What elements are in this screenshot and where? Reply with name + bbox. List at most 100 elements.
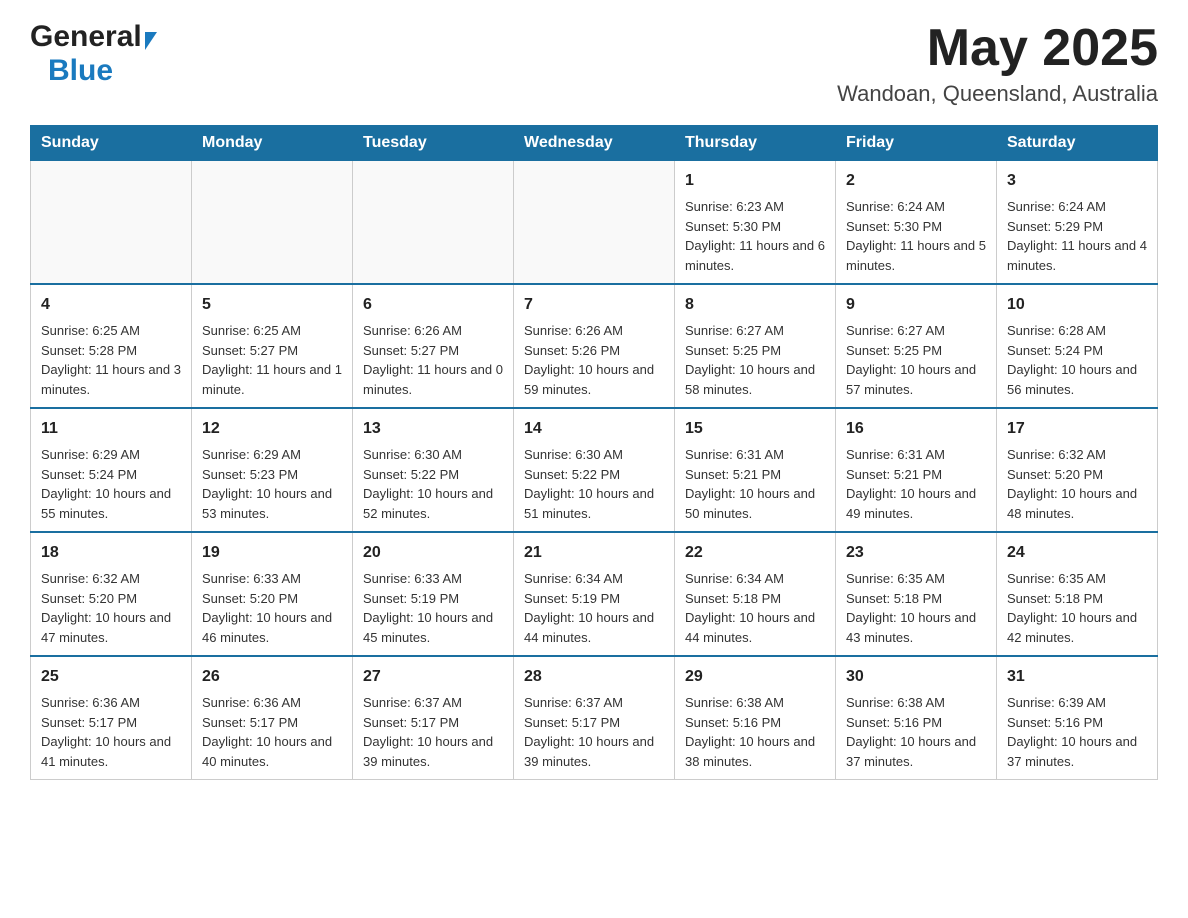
day-info: Sunset: 5:16 PM — [685, 713, 825, 733]
calendar-cell — [514, 161, 675, 285]
calendar-cell: 21Sunrise: 6:34 AMSunset: 5:19 PMDayligh… — [514, 532, 675, 656]
day-number: 7 — [524, 293, 664, 317]
calendar-cell: 8Sunrise: 6:27 AMSunset: 5:25 PMDaylight… — [675, 284, 836, 408]
day-info: Sunset: 5:25 PM — [685, 341, 825, 361]
day-info: Sunrise: 6:36 AM — [202, 693, 342, 713]
day-info: Sunset: 5:17 PM — [524, 713, 664, 733]
calendar-cell: 24Sunrise: 6:35 AMSunset: 5:18 PMDayligh… — [997, 532, 1158, 656]
day-info: Sunset: 5:20 PM — [202, 589, 342, 609]
day-info: Sunset: 5:18 PM — [846, 589, 986, 609]
day-info: Daylight: 10 hours and 55 minutes. — [41, 484, 181, 523]
day-info: Sunset: 5:29 PM — [1007, 217, 1147, 237]
location-subtitle: Wandoan, Queensland, Australia — [837, 81, 1158, 107]
calendar-header-saturday: Saturday — [997, 126, 1158, 161]
logo-blue: Blue — [48, 54, 113, 87]
calendar-cell: 25Sunrise: 6:36 AMSunset: 5:17 PMDayligh… — [31, 656, 192, 780]
day-number: 15 — [685, 417, 825, 441]
day-info: Sunrise: 6:38 AM — [846, 693, 986, 713]
day-info: Sunrise: 6:24 AM — [846, 197, 986, 217]
day-info: Sunrise: 6:37 AM — [363, 693, 503, 713]
calendar-cell — [353, 161, 514, 285]
day-number: 2 — [846, 169, 986, 193]
day-info: Sunrise: 6:30 AM — [363, 445, 503, 465]
day-number: 10 — [1007, 293, 1147, 317]
day-info: Daylight: 11 hours and 0 minutes. — [363, 360, 503, 399]
day-info: Sunset: 5:16 PM — [1007, 713, 1147, 733]
day-number: 4 — [41, 293, 181, 317]
calendar-header-tuesday: Tuesday — [353, 126, 514, 161]
calendar-week-row: 25 Sunrise: 6:36 AM Sunset: 5:17 PM Dayligh… — [31, 656, 1158, 780]
calendar-cell: 22Sunrise: 6:34 AMSunset: 5:18 PMDayligh… — [675, 532, 836, 656]
day-number: 26 — [202, 665, 342, 689]
day-number: 12 — [202, 417, 342, 441]
day-number: 24 — [1007, 541, 1147, 565]
calendar-cell: 1Sunrise: 6:23 AMSunset: 5:30 PMDaylight… — [675, 161, 836, 285]
day-info: Sunrise: 6:36 AM — [41, 693, 181, 713]
calendar-cell: 20Sunrise: 6:33 AMSunset: 5:19 PMDayligh… — [353, 532, 514, 656]
calendar-header-monday: Monday — [192, 126, 353, 161]
day-info: Sunrise: 6:37 AM — [524, 693, 664, 713]
day-info: Daylight: 10 hours and 51 minutes. — [524, 484, 664, 523]
calendar-cell: 16Sunrise: 6:31 AMSunset: 5:21 PMDayligh… — [836, 408, 997, 532]
day-number: 1 — [685, 169, 825, 193]
day-info: Sunrise: 6:34 AM — [524, 569, 664, 589]
day-info: Daylight: 11 hours and 6 minutes. — [685, 236, 825, 275]
calendar-cell: 29Sunrise: 6:38 AMSunset: 5:16 PMDayligh… — [675, 656, 836, 780]
calendar-cell: 17Sunrise: 6:32 AMSunset: 5:20 PMDayligh… — [997, 408, 1158, 532]
day-number: 30 — [846, 665, 986, 689]
day-info: Daylight: 10 hours and 43 minutes. — [846, 608, 986, 647]
day-info: Sunset: 5:24 PM — [1007, 341, 1147, 361]
day-number: 21 — [524, 541, 664, 565]
day-info: Sunset: 5:20 PM — [1007, 465, 1147, 485]
calendar-cell: 28Sunrise: 6:37 AMSunset: 5:17 PMDayligh… — [514, 656, 675, 780]
day-info: Sunset: 5:22 PM — [524, 465, 664, 485]
day-info: Sunrise: 6:29 AM — [41, 445, 181, 465]
day-info: Sunset: 5:28 PM — [41, 341, 181, 361]
day-number: 25 — [41, 665, 181, 689]
calendar-cell: 12Sunrise: 6:29 AMSunset: 5:23 PMDayligh… — [192, 408, 353, 532]
day-info: Sunrise: 6:35 AM — [846, 569, 986, 589]
calendar-header-wednesday: Wednesday — [514, 126, 675, 161]
calendar-cell: 15Sunrise: 6:31 AMSunset: 5:21 PMDayligh… — [675, 408, 836, 532]
day-info: Sunset: 5:27 PM — [363, 341, 503, 361]
calendar-week-row: 11Sunrise: 6:29 AMSunset: 5:24 PMDayligh… — [31, 408, 1158, 532]
day-info: Sunset: 5:22 PM — [363, 465, 503, 485]
day-info: Daylight: 10 hours and 37 minutes. — [1007, 732, 1147, 771]
day-info: Sunrise: 6:26 AM — [524, 321, 664, 341]
day-number: 22 — [685, 541, 825, 565]
day-info: Daylight: 10 hours and 58 minutes. — [685, 360, 825, 399]
calendar-cell: 7Sunrise: 6:26 AMSunset: 5:26 PMDaylight… — [514, 284, 675, 408]
day-number: 5 — [202, 293, 342, 317]
day-info: Sunset: 5:30 PM — [685, 217, 825, 237]
day-info: Sunset: 5:19 PM — [524, 589, 664, 609]
day-number: 19 — [202, 541, 342, 565]
day-info: Sunrise: 6:38 AM — [685, 693, 825, 713]
day-info: Daylight: 11 hours and 1 minute. — [202, 360, 342, 399]
day-info: Sunrise: 6:24 AM — [1007, 197, 1147, 217]
day-info: Sunrise: 6:32 AM — [1007, 445, 1147, 465]
day-number: 13 — [363, 417, 503, 441]
day-info: Daylight: 10 hours and 57 minutes. — [846, 360, 986, 399]
title-block: May 2025 Wandoan, Queensland, Australia — [837, 20, 1158, 107]
day-info: Daylight: 10 hours and 50 minutes. — [685, 484, 825, 523]
day-info: Daylight: 10 hours and 48 minutes. — [1007, 484, 1147, 523]
day-info: Daylight: 10 hours and 49 minutes. — [846, 484, 986, 523]
day-info: Daylight: 11 hours and 3 minutes. — [41, 360, 181, 399]
calendar-cell: 14Sunrise: 6:30 AMSunset: 5:22 PMDayligh… — [514, 408, 675, 532]
day-info: Sunset: 5:25 PM — [846, 341, 986, 361]
month-year-title: May 2025 — [837, 20, 1158, 77]
calendar-cell: 6Sunrise: 6:26 AMSunset: 5:27 PMDaylight… — [353, 284, 514, 408]
day-number: 20 — [363, 541, 503, 565]
day-number: 9 — [846, 293, 986, 317]
day-info: Sunrise: 6:33 AM — [363, 569, 503, 589]
calendar-cell: 31Sunrise: 6:39 AMSunset: 5:16 PMDayligh… — [997, 656, 1158, 780]
day-info: Daylight: 10 hours and 59 minutes. — [524, 360, 664, 399]
calendar-cell: 23Sunrise: 6:35 AMSunset: 5:18 PMDayligh… — [836, 532, 997, 656]
day-info: Sunset: 5:27 PM — [202, 341, 342, 361]
day-info: Daylight: 10 hours and 37 minutes. — [846, 732, 986, 771]
day-info: Sunrise: 6:35 AM — [1007, 569, 1147, 589]
calendar-cell — [192, 161, 353, 285]
day-info: Sunset: 5:21 PM — [846, 465, 986, 485]
calendar-cell: 3Sunrise: 6:24 AMSunset: 5:29 PMDaylight… — [997, 161, 1158, 285]
calendar-header-sunday: Sunday — [31, 126, 192, 161]
